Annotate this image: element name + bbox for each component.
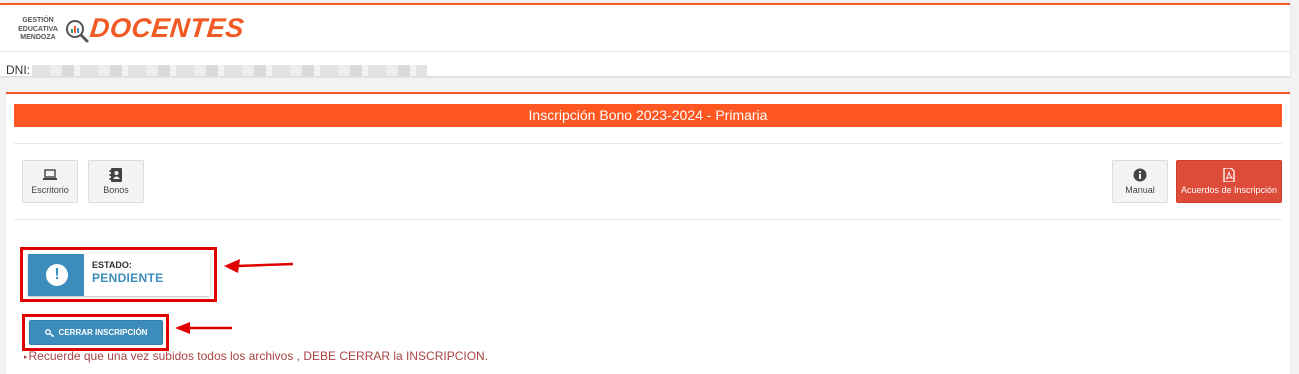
caret-right-icon: ▸	[24, 354, 28, 361]
dni-redacted-value	[32, 64, 427, 76]
logo-wordmark: DOCENTES	[88, 13, 246, 43]
bonos-label: Bonos	[103, 185, 129, 195]
page-background: GESTIÓN EDUCATIVA MENDOZA DOCENTES DNI: …	[0, 0, 1299, 374]
divider	[14, 219, 1282, 220]
bonos-button[interactable]: Bonos	[88, 160, 144, 203]
warning-note: ▸Recuerde que una vez subidos todos los …	[24, 349, 488, 363]
logo: GESTIÓN EDUCATIVA MENDOZA DOCENTES	[14, 13, 246, 48]
estado-icon-panel: !	[28, 254, 84, 296]
divider	[14, 143, 1282, 144]
cerrar-inscripcion-button[interactable]: CERRAR INSCRIPCIÓN	[29, 320, 163, 345]
info-circle-icon	[1133, 168, 1147, 182]
header-card: GESTIÓN EDUCATIVA MENDOZA DOCENTES DNI:	[0, 3, 1290, 77]
manual-button[interactable]: Manual	[1112, 160, 1168, 203]
manual-label: Manual	[1125, 185, 1155, 195]
dni-row: DNI:	[6, 63, 427, 77]
arrow-left-icon	[175, 322, 232, 334]
address-book-icon	[109, 168, 122, 182]
page-title: Inscripción Bono 2023-2024 - Primaria	[14, 104, 1282, 127]
acuerdos-button[interactable]: Acuerdos de Inscripción	[1176, 160, 1282, 203]
estado-highlight-frame: ! ESTADO: PENDIENTE	[20, 247, 217, 302]
dni-label: DNI:	[6, 63, 30, 77]
cerrar-inscripcion-label: CERRAR INSCRIPCIÓN	[58, 328, 148, 337]
warning-note-text: Recuerde que una vez subidos todos los a…	[28, 349, 489, 363]
estado-info-box: ! ESTADO: PENDIENTE	[28, 254, 210, 296]
file-pdf-icon	[1223, 168, 1235, 182]
escritorio-button[interactable]: Escritorio	[22, 160, 78, 203]
estado-value: PENDIENTE	[92, 271, 164, 285]
escritorio-label: Escritorio	[31, 185, 69, 195]
acuerdos-label: Acuerdos de Inscripción	[1180, 185, 1278, 195]
cerrar-highlight-frame: CERRAR INSCRIPCIÓN	[22, 314, 169, 351]
estado-label: ESTADO:	[92, 260, 132, 270]
magnifier-chart-icon	[66, 20, 89, 43]
arrow-left-icon	[224, 259, 294, 273]
key-icon	[44, 328, 54, 337]
header-divider	[0, 51, 1290, 52]
logo-subtitle: GESTIÓN EDUCATIVA MENDOZA	[18, 17, 58, 41]
exclamation-circle-icon: !	[46, 264, 68, 286]
laptop-icon	[43, 169, 57, 180]
